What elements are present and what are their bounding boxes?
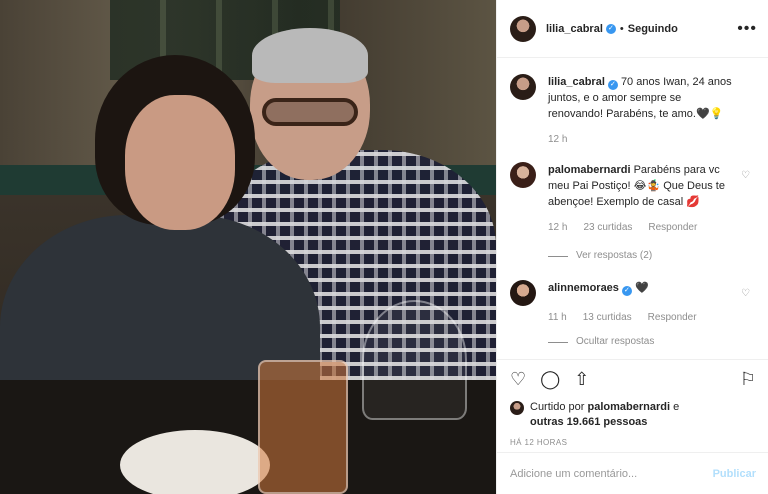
header-separator: •	[619, 22, 624, 35]
like-comment-heart-icon[interactable]: ♡	[741, 288, 750, 299]
comment-item: alinnemoraes ✓ 🖤 11 h 13 curtidas Respond…	[510, 280, 756, 350]
post-details-panel: lilia_cabral ✓ • Seguindo ••• lilia_cabr…	[496, 0, 768, 494]
comment-username[interactable]: alinnemoraes	[548, 282, 619, 294]
post-photo[interactable]	[0, 0, 496, 494]
hide-replies-button[interactable]: Ocultar respostas	[576, 334, 654, 350]
caption: lilia_cabral ✓ 70 anos Iwan, 24 anos junt…	[510, 74, 756, 148]
liked-by: Curtido por palomabernardi e outras 19.6…	[510, 400, 756, 430]
commenter-avatar[interactable]	[510, 162, 536, 188]
caption-time[interactable]: 12 h	[548, 132, 567, 148]
comment-likes[interactable]: 23 curtidas	[583, 220, 632, 236]
reply-button[interactable]: Responder	[648, 220, 697, 236]
ellipsis-icon[interactable]: •••	[737, 20, 757, 38]
caption-avatar[interactable]	[510, 74, 536, 100]
comment-username[interactable]: palomabernardi	[548, 164, 631, 176]
view-replies-button[interactable]: Ver respostas (2)	[576, 248, 652, 264]
heart-icon[interactable]: ♡	[510, 368, 526, 390]
bookmark-icon[interactable]: ⚐	[740, 368, 756, 390]
comment-likes[interactable]: 13 curtidas	[583, 310, 632, 326]
verified-badge-icon: ✓	[607, 80, 618, 90]
comment-time[interactable]: 11 h	[548, 310, 567, 326]
comment-time[interactable]: 12 h	[548, 220, 567, 236]
post-view: lilia_cabral ✓ • Seguindo ••• lilia_cabr…	[0, 0, 768, 494]
post-header: lilia_cabral ✓ • Seguindo •••	[497, 0, 768, 58]
author-username[interactable]: lilia_cabral	[546, 23, 603, 35]
comment-text: 🖤	[634, 282, 649, 294]
verified-badge-icon: ✓	[605, 23, 616, 34]
liked-by-prefix: Curtido por	[530, 401, 585, 413]
post-actions: ♡ ◯ ⇧ ⚐ Curtido por palomabernardi e out…	[497, 359, 768, 447]
liked-by-middle: e	[673, 401, 680, 413]
liker-avatar[interactable]	[510, 401, 524, 415]
publish-button[interactable]: Publicar	[713, 468, 756, 480]
post-timestamp[interactable]: HÁ 12 HORAS	[510, 438, 756, 447]
liker-username[interactable]: palomabernardi	[587, 401, 670, 413]
caption-username[interactable]: lilia_cabral	[548, 76, 605, 88]
commenter-avatar[interactable]	[510, 280, 536, 306]
comment-input[interactable]	[510, 467, 713, 480]
share-icon[interactable]: ⇧	[574, 368, 589, 390]
likes-count[interactable]: outras 19.661 pessoas	[530, 416, 647, 428]
reply-button[interactable]: Responder	[648, 310, 697, 326]
author-avatar[interactable]	[510, 15, 536, 42]
comment-item: palomabernardi Parabéns para vc meu Pai …	[510, 162, 756, 264]
follow-status-button[interactable]: Seguindo	[628, 23, 678, 35]
comment-icon[interactable]: ◯	[540, 368, 560, 390]
like-comment-heart-icon[interactable]: ♡	[741, 170, 750, 181]
add-comment-bar: Publicar	[497, 452, 768, 494]
comments-list[interactable]: lilia_cabral ✓ 70 anos Iwan, 24 anos junt…	[497, 58, 768, 358]
verified-badge-icon: ✓	[621, 286, 632, 296]
